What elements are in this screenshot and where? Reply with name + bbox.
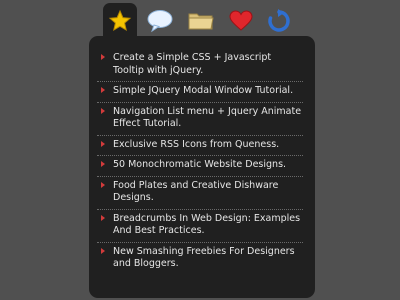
bullet-arrow-icon xyxy=(101,107,105,114)
tab-likes[interactable] xyxy=(224,3,258,39)
list-item[interactable]: 50 Monochromatic Website Designs. xyxy=(97,156,303,177)
bullet-arrow-icon xyxy=(101,54,105,60)
list-item[interactable]: New Smashing Freebies For Designers and … xyxy=(97,243,303,275)
tab-archive[interactable] xyxy=(184,3,218,39)
tab-refresh[interactable] xyxy=(262,3,296,39)
list-item-link[interactable]: New Smashing Freebies For Designers and … xyxy=(113,246,295,270)
tab-comments[interactable] xyxy=(143,3,177,39)
heart-icon xyxy=(229,10,253,31)
bullet-arrow-icon xyxy=(101,140,105,147)
content-panel: Create a Simple CSS + Javascript Tooltip… xyxy=(89,36,315,298)
list-item-link[interactable]: 50 Monochromatic Website Designs. xyxy=(113,159,286,170)
tab-favorites[interactable] xyxy=(103,3,137,39)
list-item-link[interactable]: Create a Simple CSS + Javascript Tooltip… xyxy=(113,52,271,76)
list-item[interactable]: Food Plates and Creative Dishware Design… xyxy=(97,177,303,210)
article-list: Create a Simple CSS + Javascript Tooltip… xyxy=(89,36,315,275)
list-item[interactable]: Exclusive RSS Icons from Queness. xyxy=(97,136,303,156)
folder-icon xyxy=(188,13,214,30)
list-item[interactable]: Breadcrumbs In Web Design: Examples And … xyxy=(97,210,303,243)
star-icon xyxy=(108,9,132,32)
list-item-link[interactable]: Exclusive RSS Icons from Queness. xyxy=(113,139,279,150)
bullet-arrow-icon xyxy=(101,87,105,93)
bullet-arrow-icon xyxy=(101,161,105,167)
list-item-link[interactable]: Simple JQuery Modal Window Tutorial. xyxy=(113,85,293,96)
bullet-arrow-icon xyxy=(101,181,105,188)
bullet-arrow-icon xyxy=(101,247,105,254)
refresh-icon xyxy=(268,9,290,32)
speech-bubble-icon xyxy=(147,10,173,33)
list-item[interactable]: Navigation List menu + Jquery Animate Ef… xyxy=(97,103,303,136)
bullet-arrow-icon xyxy=(101,214,105,221)
list-item-link[interactable]: Breadcrumbs In Web Design: Examples And … xyxy=(113,213,300,237)
list-item[interactable]: Create a Simple CSS + Javascript Tooltip… xyxy=(97,49,303,82)
list-item-link[interactable]: Food Plates and Creative Dishware Design… xyxy=(113,180,278,204)
tab-bar xyxy=(103,3,298,39)
list-item[interactable]: Simple JQuery Modal Window Tutorial. xyxy=(97,82,303,103)
list-item-link[interactable]: Navigation List menu + Jquery Animate Ef… xyxy=(113,106,301,130)
